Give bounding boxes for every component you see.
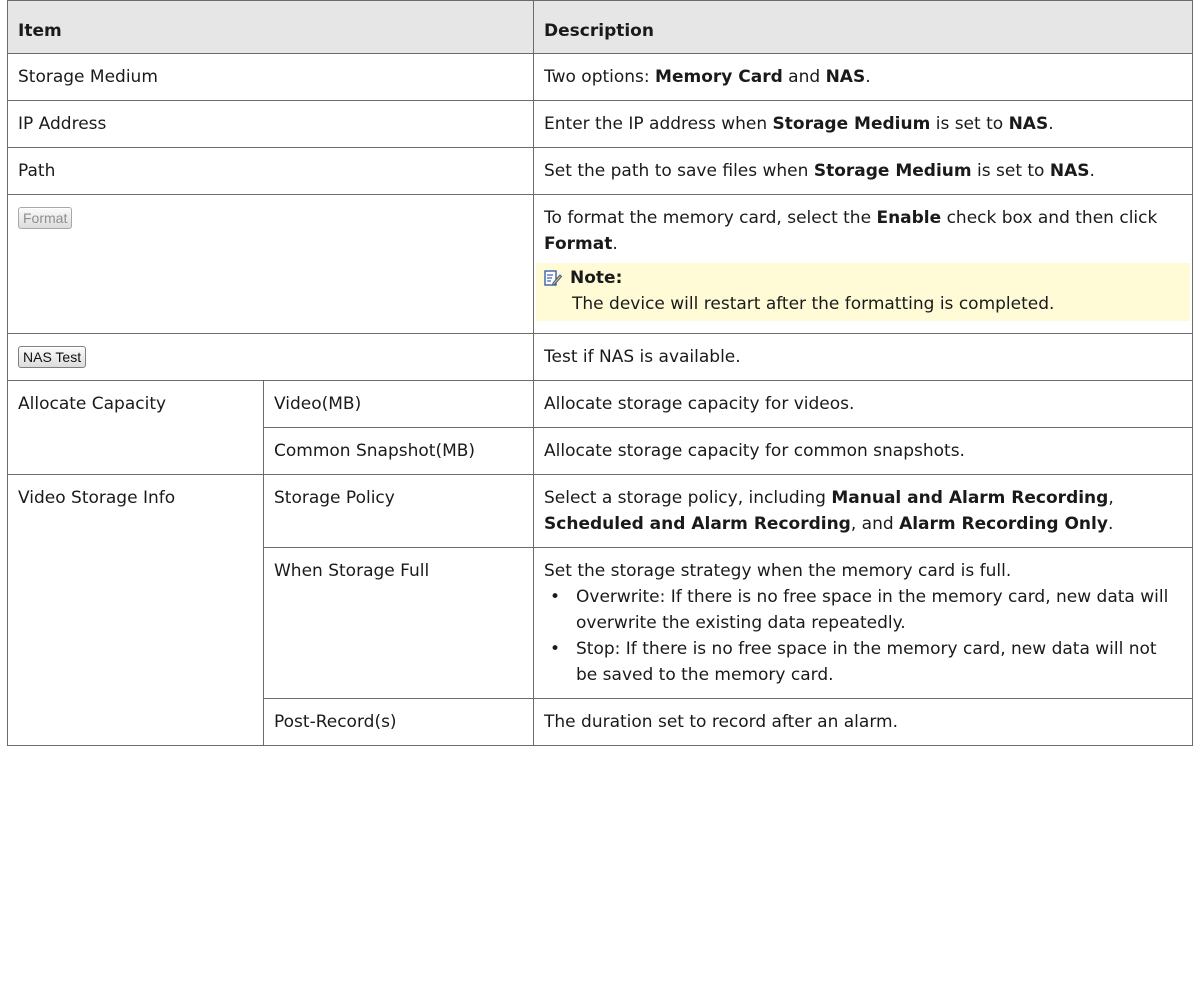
desc-text: . [865, 67, 871, 87]
bold-term: Scheduled and Alarm Recording [544, 514, 851, 534]
desc-storage-policy: Select a storage policy, including Manua… [533, 474, 1194, 548]
desc-text: Select a storage policy, including [544, 488, 832, 508]
full-bullet-list: Overwrite: If there is no free space in … [544, 584, 1182, 688]
format-desc: To format the memory card, select the En… [544, 205, 1182, 257]
desc-ip-address: Enter the IP address when Storage Medium… [533, 100, 1194, 148]
bold-term: Format [544, 234, 613, 254]
list-item: Stop: If there is no free space in the m… [544, 636, 1182, 688]
item-nas-test: NAS Test [6, 333, 535, 381]
desc-post-record: The duration set to record after an alar… [533, 698, 1194, 746]
table-row: Storage Medium Two options: Memory Card … [6, 53, 1194, 101]
parameter-table-container: Item Description Storage Medium Two opti… [6, 0, 1194, 746]
desc-text: Two options: [544, 67, 656, 87]
table-row: Path Set the path to save files when Sto… [6, 147, 1194, 195]
desc-text: is set to [930, 114, 1009, 134]
desc-text: is set to [971, 161, 1050, 181]
item-format: Format [6, 194, 535, 334]
bold-term: Storage Medium [772, 114, 931, 134]
note-box: Note: The device will restart after the … [536, 263, 1191, 321]
note-title: Note: [570, 268, 623, 288]
desc-text: and [782, 67, 826, 87]
note-text: The device will restart after the format… [572, 294, 1055, 314]
desc-common-snapshot: Allocate storage capacity for common sna… [533, 427, 1194, 475]
bold-term: NAS [825, 67, 866, 87]
table-row: Allocate Capacity Video(MB) Allocate sto… [7, 380, 1194, 475]
desc-format: To format the memory card, select the En… [533, 194, 1194, 334]
desc-text: , [1108, 488, 1114, 508]
subitem-video-mb: Video(MB) [262, 380, 535, 428]
desc-text: check box and then click [941, 208, 1158, 228]
table-header-row: Item Description [6, 0, 1194, 54]
desc-text: . [1107, 514, 1114, 534]
item-storage-medium: Storage Medium [6, 53, 535, 101]
desc-text: , and [850, 514, 900, 534]
bold-term: Alarm Recording Only [899, 514, 1108, 534]
bold-term: Memory Card [655, 67, 783, 87]
bold-term: Enable [876, 208, 942, 228]
nas-test-button[interactable]: NAS Test [18, 346, 87, 368]
bold-term: NAS [1008, 114, 1049, 134]
note-header: Note: [544, 265, 1182, 291]
table-row: Video Storage Info Storage Policy Select… [7, 474, 1194, 746]
bold-term: NAS [1049, 161, 1090, 181]
subitem-when-storage-full: When Storage Full [262, 547, 535, 699]
item-allocate-capacity: Allocate Capacity [7, 380, 264, 475]
table-row: Format To format the memory card, select… [6, 194, 1194, 334]
desc-text: . [612, 234, 618, 254]
parameter-table: Item Description Storage Medium Two opti… [6, 0, 1194, 746]
desc-path: Set the path to save files when Storage … [533, 147, 1194, 195]
list-item: Overwrite: If there is no free space in … [544, 584, 1182, 636]
item-ip-address: IP Address [6, 100, 535, 148]
desc-storage-medium: Two options: Memory Card and NAS. [533, 53, 1194, 101]
format-button[interactable]: Format [18, 207, 73, 229]
desc-text: . [1089, 161, 1095, 181]
bold-term: Manual and Alarm Recording [831, 488, 1109, 508]
desc-text: Enter the IP address when [544, 114, 773, 134]
desc-text: To format the memory card, select the [544, 208, 877, 228]
full-desc: Set the storage strategy when the memory… [544, 561, 1012, 581]
desc-when-storage-full: Set the storage strategy when the memory… [533, 547, 1194, 699]
note-pencil-icon [544, 270, 563, 286]
desc-nas-test: Test if NAS is available. [533, 333, 1194, 381]
table-row: NAS Test Test if NAS is available. [6, 333, 1194, 381]
item-video-storage-info: Video Storage Info [7, 474, 264, 746]
subitem-common-snapshot: Common Snapshot(MB) [262, 427, 535, 475]
item-path: Path [6, 147, 535, 195]
desc-text: . [1048, 114, 1054, 134]
subitem-storage-policy: Storage Policy [262, 474, 535, 548]
header-item: Item [6, 0, 535, 54]
desc-text: Set the path to save files when [544, 161, 814, 181]
desc-video-mb: Allocate storage capacity for videos. [533, 380, 1194, 428]
table-row: IP Address Enter the IP address when Sto… [6, 100, 1194, 148]
header-description: Description [533, 0, 1194, 54]
bold-term: Storage Medium [813, 161, 972, 181]
subitem-post-record: Post-Record(s) [262, 698, 535, 746]
